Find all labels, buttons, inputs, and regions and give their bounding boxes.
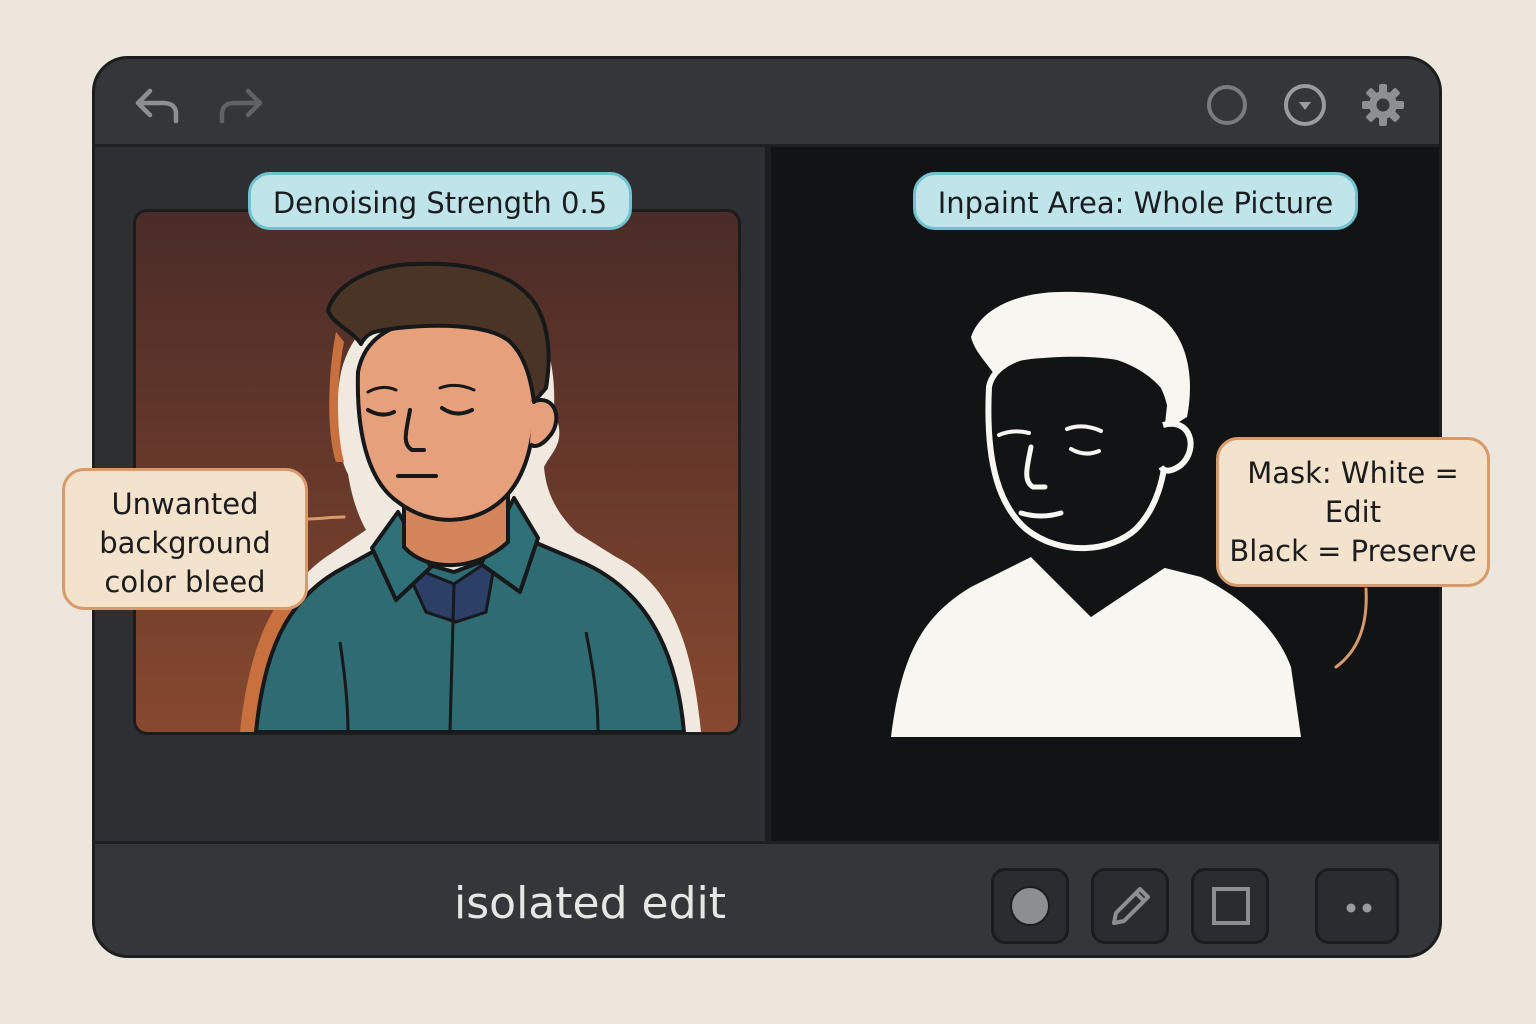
caption-text: isolated edit	[454, 878, 726, 929]
denoising-strength-label: Denoising Strength 0.5	[248, 172, 632, 230]
more-options-button[interactable]	[1315, 868, 1399, 944]
bleed-callout: Unwanted background color bleed	[62, 468, 308, 610]
brush-tool-button[interactable]	[991, 868, 1069, 944]
pencil-icon	[1112, 887, 1150, 925]
settings-button[interactable]	[1359, 81, 1407, 129]
circle-outline-icon	[1207, 85, 1247, 125]
more-icon	[1346, 903, 1372, 913]
callout-line: Unwanted	[111, 487, 259, 521]
mask-legend-callout: Mask: White = Edit Black = Preserve	[1216, 437, 1490, 587]
callout-line: color bleed	[104, 565, 266, 599]
bottom-bar: isolated edit	[95, 841, 1439, 955]
gear-icon	[1362, 84, 1404, 126]
rectangle-icon	[1212, 887, 1250, 925]
rectangle-tool-button[interactable]	[1191, 868, 1269, 944]
undo-arrow-icon	[135, 88, 179, 124]
mask-callout-pointer	[1334, 587, 1368, 669]
callout-line: Edit	[1324, 495, 1382, 529]
circle-button[interactable]	[1203, 81, 1251, 129]
callout-line: Black = Preserve	[1229, 534, 1477, 568]
pencil-tool-button[interactable]	[1091, 868, 1169, 944]
download-button[interactable]	[1281, 81, 1329, 129]
title-bar	[95, 59, 1439, 147]
undo-button[interactable]	[133, 81, 181, 129]
callout-line: background	[99, 526, 271, 560]
brush-circle-icon	[1010, 886, 1050, 926]
inpaint-area-label: Inpaint Area: Whole Picture	[913, 172, 1358, 230]
callout-line: Mask: White =	[1247, 456, 1459, 490]
redo-arrow-icon	[219, 88, 263, 124]
redo-button[interactable]	[217, 81, 265, 129]
download-circle-icon	[1284, 84, 1326, 126]
